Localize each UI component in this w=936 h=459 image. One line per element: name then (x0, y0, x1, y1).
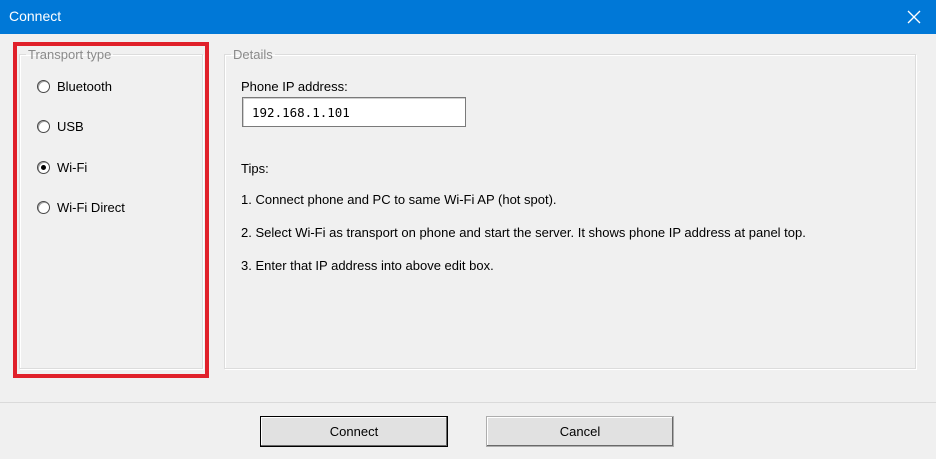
radio-label-usb: USB (57, 118, 84, 134)
title-bar: Connect (0, 0, 936, 34)
phone-ip-input[interactable] (242, 97, 466, 127)
radio-indicator-checked[interactable] (37, 160, 50, 174)
window-title: Connect (9, 8, 62, 24)
tip-1: 1. Connect phone and PC to same Wi-Fi AP… (241, 192, 557, 207)
radio-label-wifi: Wi-Fi (57, 159, 88, 175)
close-icon (907, 10, 921, 24)
radio-indicator[interactable] (37, 79, 50, 93)
cancel-button[interactable]: Cancel (486, 416, 674, 447)
tips-title: Tips: (241, 161, 269, 176)
radio-wifi[interactable]: Wi-Fi (37, 158, 87, 176)
connect-dialog: Connect Transport type Bluetooth USB Wi-… (0, 0, 936, 459)
tip-2: 2. Select Wi-Fi as transport on phone an… (241, 225, 806, 240)
phone-ip-label: Phone IP address: (241, 79, 348, 94)
radio-usb[interactable]: USB (37, 117, 84, 135)
connect-button[interactable]: Connect (260, 416, 448, 447)
radio-wifi-direct[interactable]: Wi-Fi Direct (37, 198, 125, 216)
footer-separator (0, 402, 936, 403)
details-group: Details (224, 47, 916, 369)
tip-3: 3. Enter that IP address into above edit… (241, 258, 494, 273)
radio-label-wifi-direct: Wi-Fi Direct (57, 199, 125, 215)
transport-type-legend: Transport type (28, 47, 112, 62)
radio-indicator[interactable] (37, 200, 50, 214)
details-legend: Details (233, 47, 273, 62)
close-button[interactable] (892, 0, 936, 34)
radio-indicator[interactable] (37, 119, 50, 133)
radio-label-bluetooth: Bluetooth (57, 78, 112, 94)
radio-bluetooth[interactable]: Bluetooth (37, 77, 112, 95)
